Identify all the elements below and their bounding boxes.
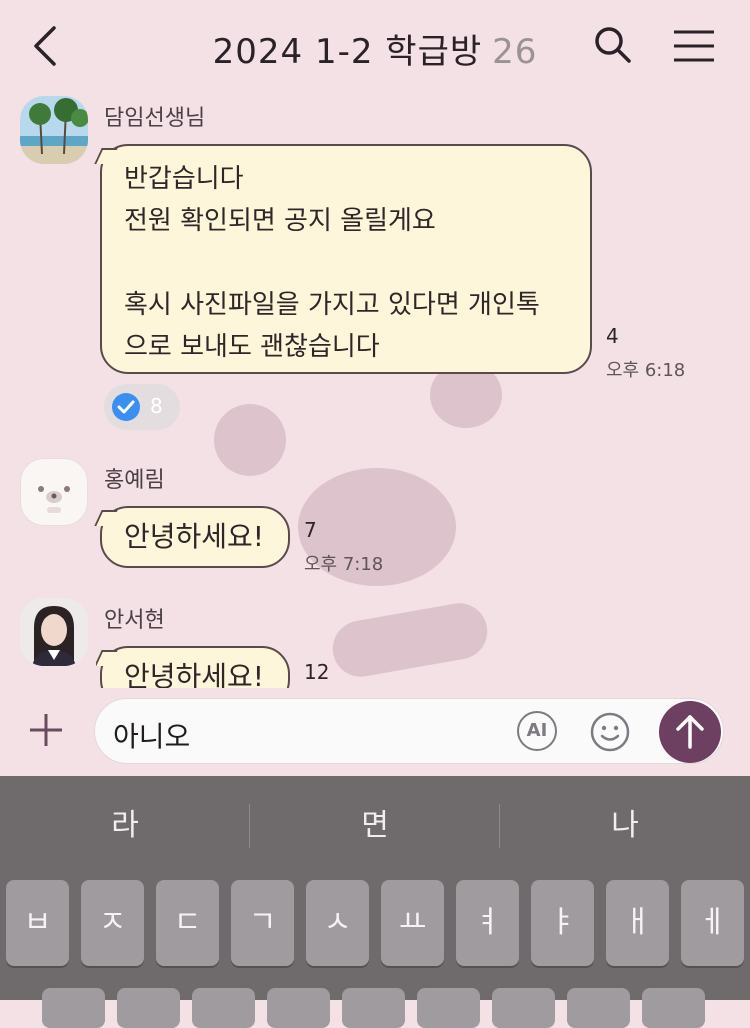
keyboard: 라 면 나 ㅂ ㅈ ㄷ ㄱ ㅅ ㅛ ㅕ ㅑ ㅐ ㅔ <box>0 776 750 1028</box>
message-clip: 안녕하세요! <box>96 640 416 688</box>
chat-room-title: 2024 1-2 학급방 26 <box>0 24 750 73</box>
sender-name: 담임선생님 <box>104 106 206 131</box>
background-bubble <box>214 404 286 476</box>
message-input-bar: 아니오 AI <box>0 690 750 776</box>
message-line: 안녕하세요! <box>124 520 265 553</box>
suggestion-item[interactable]: 면 <box>250 776 500 876</box>
message-line: 반갑습니다 <box>124 164 244 194</box>
message-line: 안녕하세요! <box>124 660 265 688</box>
key[interactable]: ㅐ <box>606 880 669 966</box>
student-photo-avatar <box>20 598 88 666</box>
key[interactable] <box>492 988 555 1028</box>
key[interactable] <box>642 988 705 1028</box>
key[interactable] <box>417 988 480 1028</box>
default-bear-avatar <box>38 486 70 513</box>
emoji-icon[interactable] <box>589 711 631 753</box>
key[interactable] <box>192 988 255 1028</box>
key[interactable]: ㅈ <box>81 880 144 966</box>
message-time: 오후 6:18 <box>606 360 686 381</box>
message-line: 으로 보내도 괜찮습니다 <box>124 332 380 362</box>
send-arrow-icon <box>676 715 704 749</box>
message-input-text[interactable]: 아니오 <box>113 715 190 755</box>
suggestion-item[interactable]: 라 <box>0 776 250 876</box>
ai-icon[interactable]: AI <box>517 711 557 751</box>
key[interactable]: ㅑ <box>531 880 594 966</box>
key[interactable]: ㅔ <box>681 880 744 966</box>
sender-name: 홍예림 <box>104 468 165 493</box>
key[interactable]: ㄱ <box>231 880 294 966</box>
suggestion-item[interactable]: 나 <box>500 776 750 876</box>
message-line: 혹시 사진파일을 가지고 있다면 개인톡 <box>124 290 540 320</box>
key[interactable]: ㅂ <box>6 880 69 966</box>
key[interactable] <box>567 988 630 1028</box>
key[interactable]: ㅕ <box>456 880 519 966</box>
key[interactable] <box>267 988 330 1028</box>
avatar[interactable] <box>20 458 88 526</box>
unread-count: 7 <box>304 518 317 542</box>
message-line <box>124 242 568 284</box>
key[interactable]: ㄷ <box>156 880 219 966</box>
message-line: 전원 확인되면 공지 올릴게요 <box>124 206 436 236</box>
search-icon[interactable] <box>592 24 632 64</box>
room-name: 2024 1-2 학급방 <box>212 32 483 72</box>
message-bubble[interactable]: 안녕하세요! <box>96 646 290 688</box>
member-count: 26 <box>492 32 538 72</box>
key[interactable]: ㅛ <box>381 880 444 966</box>
send-button[interactable] <box>659 701 721 763</box>
message-bubble[interactable]: 반갑습니다 전원 확인되면 공지 올릴게요 혹시 사진파일을 가지고 있다면 개… <box>94 144 592 374</box>
plus-icon[interactable] <box>26 710 66 750</box>
avatar[interactable] <box>20 598 88 666</box>
unread-count: 12 <box>304 660 330 684</box>
avatar[interactable] <box>20 96 88 164</box>
key[interactable]: ㅅ <box>306 880 369 966</box>
hamburger-menu-icon[interactable] <box>672 28 716 64</box>
reaction-count: 8 <box>150 394 163 418</box>
key[interactable] <box>342 988 405 1028</box>
message-time: 오후 7:18 <box>304 554 384 575</box>
key[interactable] <box>42 988 105 1028</box>
message-bubble[interactable]: 안녕하세요! <box>94 506 290 568</box>
key[interactable] <box>117 988 180 1028</box>
message-input[interactable]: 아니오 AI <box>94 698 724 764</box>
beach-photo-avatar <box>20 96 88 164</box>
chat-header: 2024 1-2 학급방 26 <box>0 0 750 92</box>
check-icon <box>112 393 140 421</box>
unread-count: 4 <box>606 324 619 348</box>
sender-name: 안서현 <box>104 608 165 633</box>
reaction-badge[interactable]: 8 <box>104 384 180 430</box>
